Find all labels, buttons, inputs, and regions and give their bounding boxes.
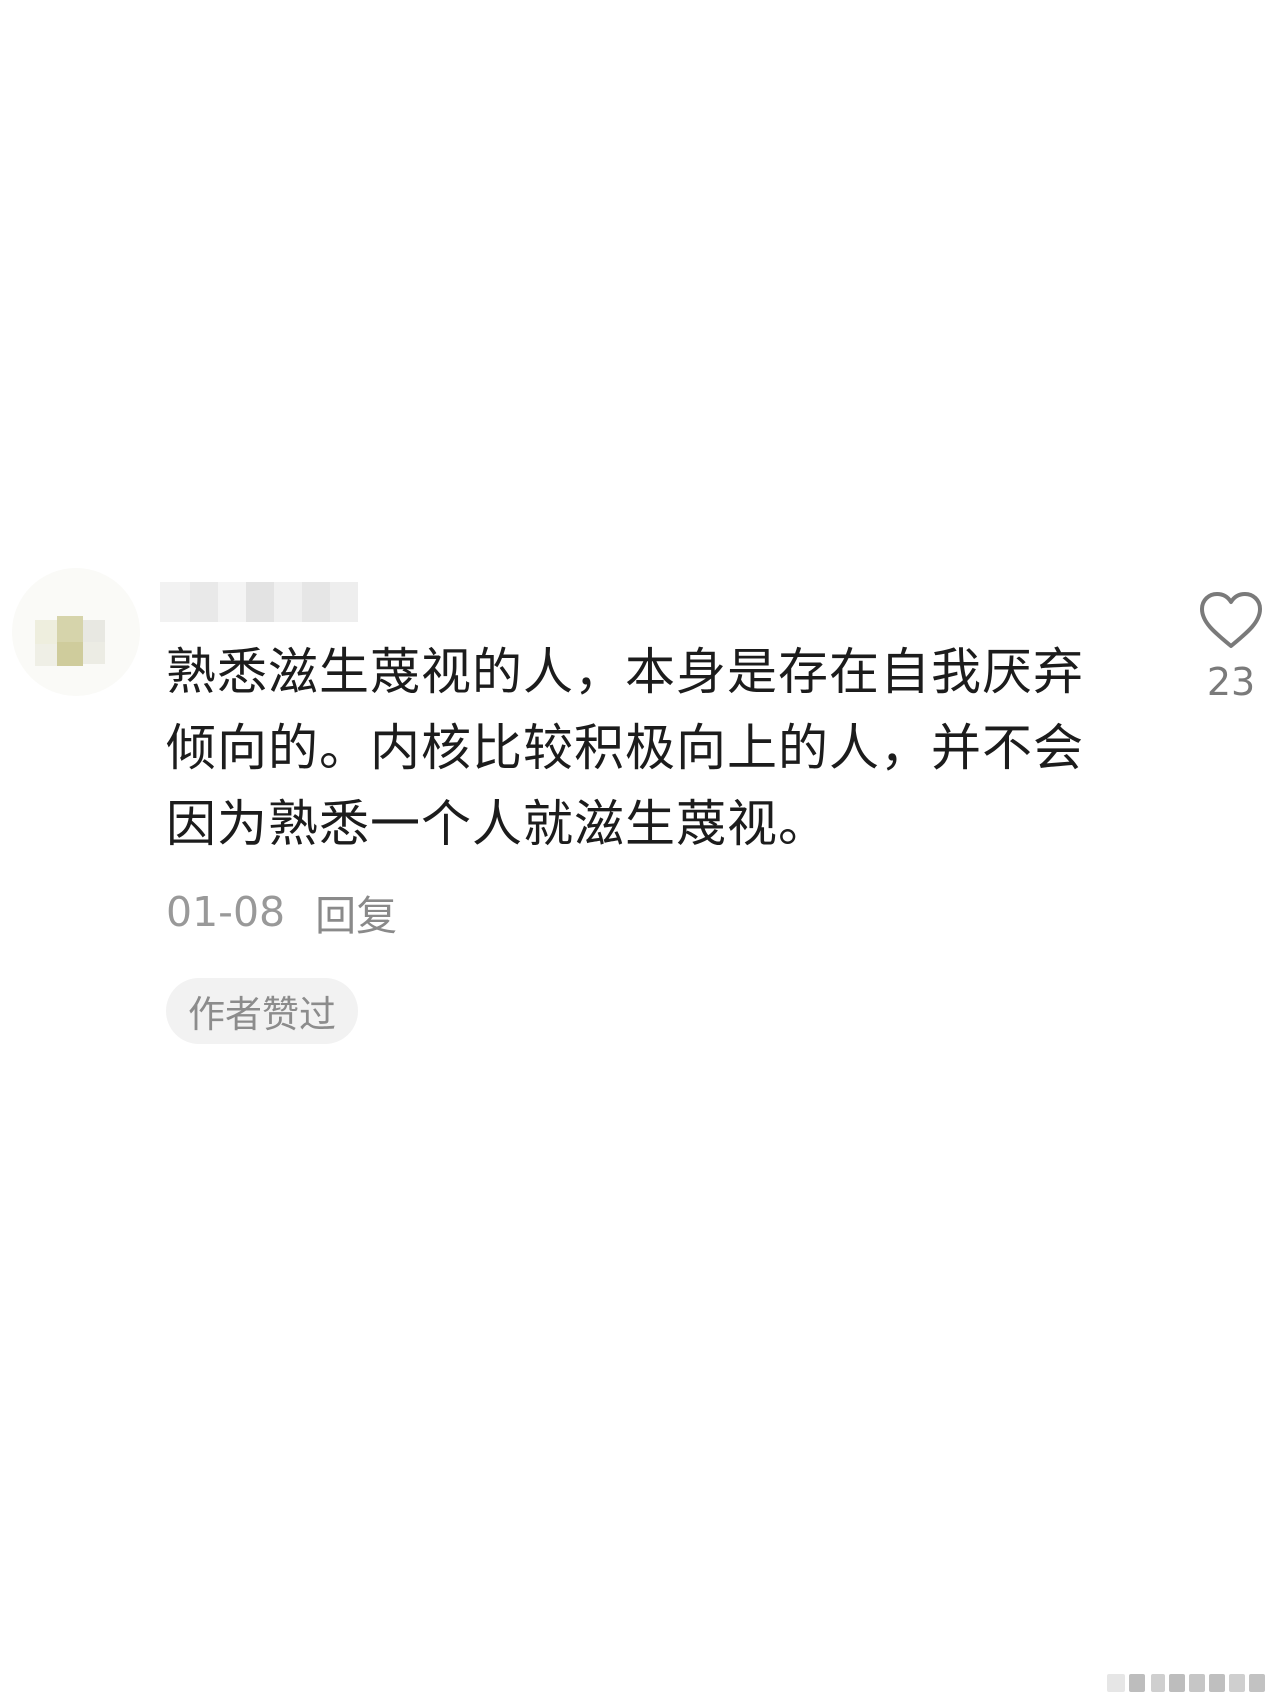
watermark-pixel [1151,1674,1165,1692]
avatar-pixel [35,620,57,644]
watermark-pixel [1129,1674,1145,1692]
avatar-pixel [83,642,105,664]
username-blurred[interactable] [160,582,368,622]
avatar[interactable] [12,568,140,696]
like-count: 23 [1206,660,1256,704]
avatar-pixel [57,616,83,642]
watermark-pixel [1249,1674,1265,1692]
avatar-pixel [57,642,83,666]
username-pixel [218,582,246,622]
watermark-pixel [1229,1674,1245,1692]
comment-text: 熟悉滋生蔑视的人，本身是存在自我厌弃倾向的。内核比较积极向上的人，并不会因为熟悉… [166,643,1084,853]
author-liked-label: 作者赞过 [188,993,336,1036]
watermark-pixel [1189,1674,1205,1692]
avatar-pixel [83,620,105,642]
author-liked-badge: 作者赞过 [166,978,358,1044]
reply-button[interactable]: 回复 [315,882,397,942]
watermark-pixel [1209,1674,1225,1692]
username-pixel [274,582,302,622]
username-pixel [302,582,330,622]
comment-card: 熟悉滋生蔑视的人，本身是存在自我厌弃倾向的。内核比较积极向上的人，并不会因为熟悉… [0,560,1279,1060]
watermark-pixel [1107,1674,1125,1692]
heart-outline-icon [1200,592,1262,648]
username-pixel [246,582,274,622]
username-pixel [160,582,190,622]
avatar-pixel [35,644,57,666]
like-button[interactable]: 23 [1198,590,1268,710]
watermark-pixel [1169,1674,1185,1692]
comment-date: 01-08 [166,888,286,936]
comment-meta: 01-08 回复 [166,886,397,940]
watermark-blurred [1107,1670,1267,1696]
username-pixel [330,582,358,622]
username-pixel [190,582,218,622]
